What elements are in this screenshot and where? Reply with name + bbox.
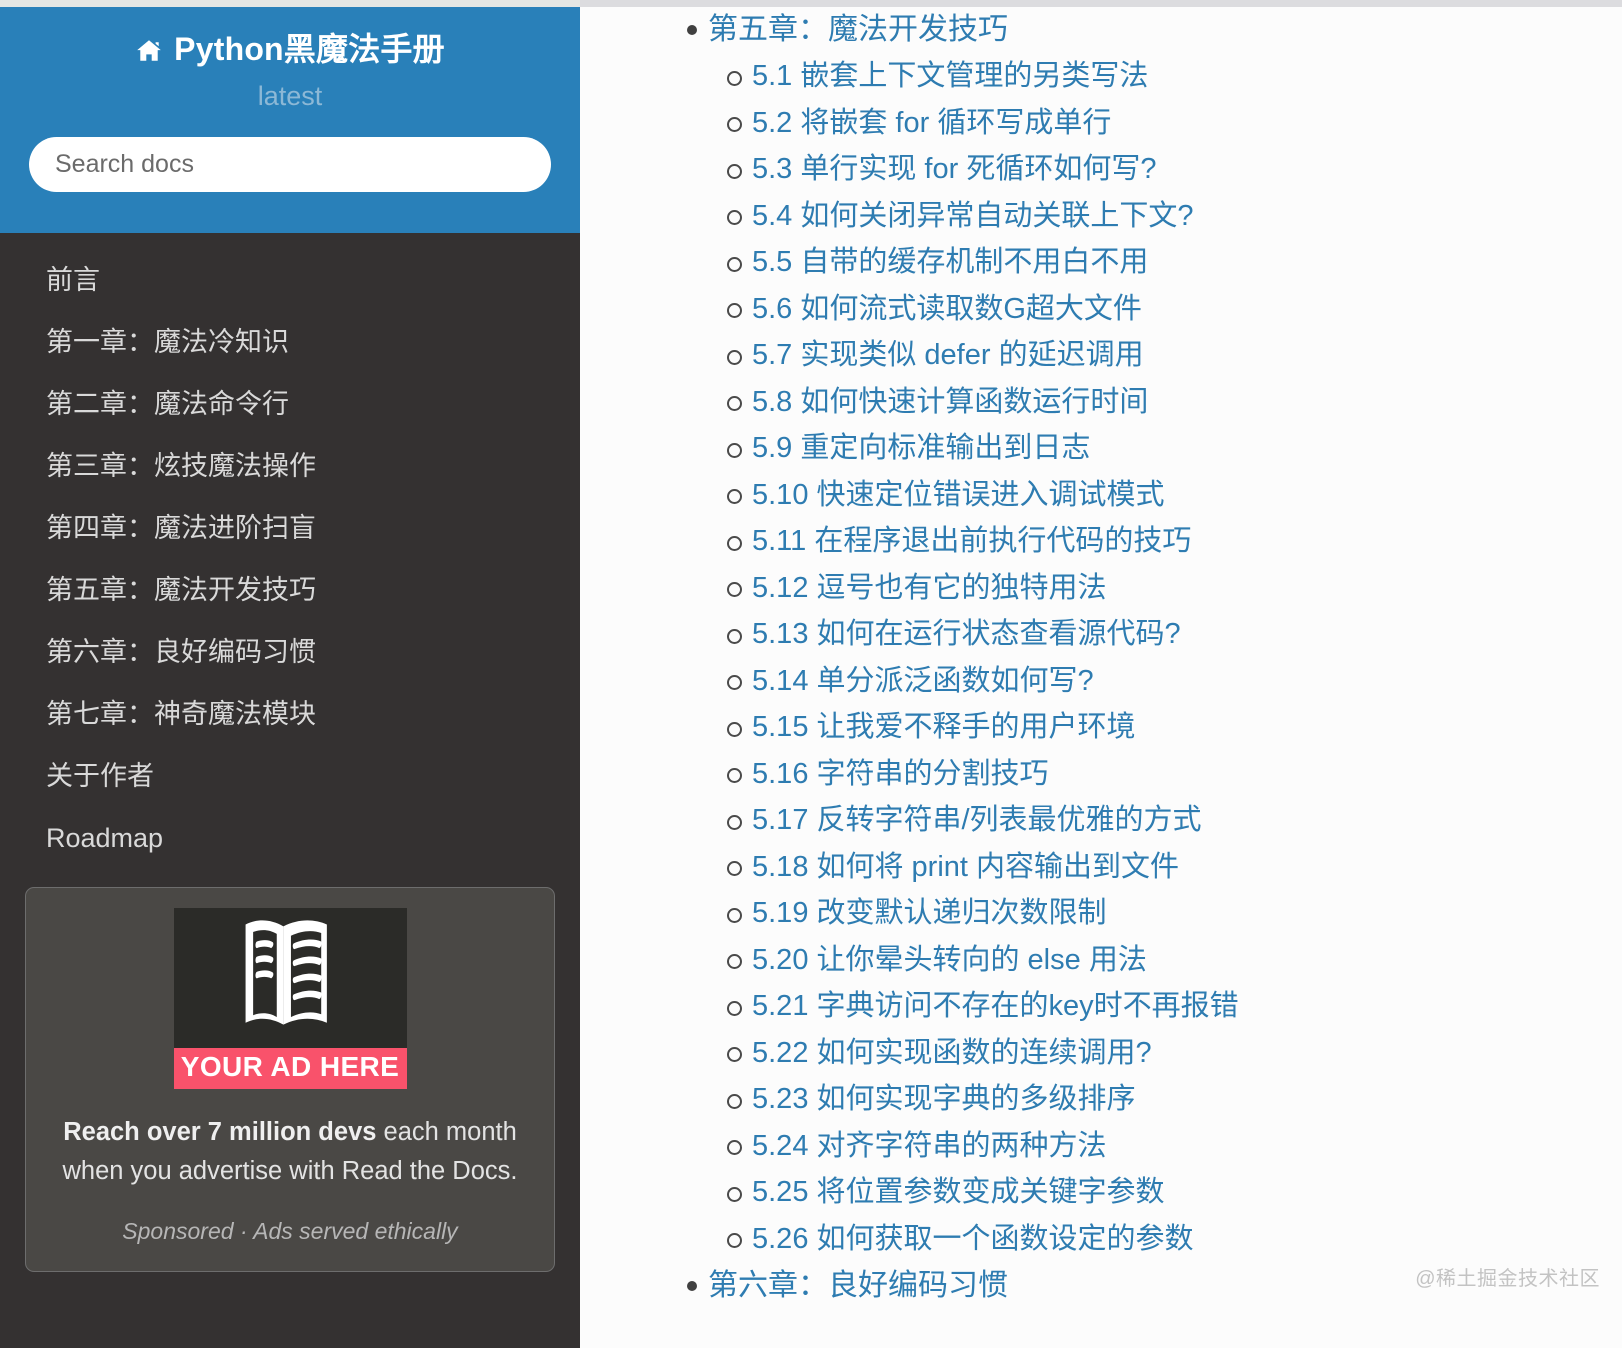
top-strip-left	[0, 0, 580, 7]
sidebar-item-roadmap[interactable]: Roadmap	[0, 825, 580, 852]
sidebar-item-chapter-1[interactable]: 第一章：魔法冷知识	[0, 329, 580, 356]
page-root: Python黑魔法手册 latest 前言 第一章：魔法冷知识 第二章：魔法命令…	[0, 0, 1622, 1348]
ad-footer: Sponsored · Ads served ethically	[122, 1217, 458, 1244]
list-item: 5.2 将嵌套 for 循环写成单行	[580, 100, 1622, 147]
list-item: 5.22 如何实现函数的连续调用?	[580, 1030, 1622, 1077]
list-item: 5.14 单分派泛函数如何写?	[580, 658, 1622, 705]
sidebar-item-preface[interactable]: 前言	[0, 267, 580, 294]
sidebar-title-text: Python黑魔法手册	[174, 31, 445, 67]
list-item: 5.12 逗号也有它的独特用法	[580, 565, 1622, 612]
sidebar-item-chapter-6[interactable]: 第六章：良好编码习惯	[0, 639, 580, 666]
toc-section-link[interactable]: 5.21 字典访问不存在的key时不再报错	[752, 992, 1239, 1021]
toc-section-link[interactable]: 5.13 如何在运行状态查看源代码?	[752, 620, 1181, 649]
toc-section-link[interactable]: 5.20 让你晕头转向的 else 用法	[752, 945, 1147, 975]
list-item: 5.3 单行实现 for 死循环如何写?	[580, 147, 1622, 194]
search-wrapper	[29, 137, 551, 193]
sidebar-item-chapter-3[interactable]: 第三章：炫技魔法操作	[0, 453, 580, 480]
toc-section-link[interactable]: 5.10 快速定位错误进入调试模式	[752, 480, 1165, 510]
home-icon	[135, 35, 163, 63]
ad-badge: YOUR AD HERE	[173, 1048, 407, 1089]
table-of-contents: 第五章：魔法开发技巧 5.1 嵌套上下文管理的另类写法 5.2 将嵌套 for …	[580, 7, 1622, 1309]
open-book-icon	[238, 915, 342, 1041]
sidebar-brand[interactable]: Python黑魔法手册	[0, 30, 580, 68]
list-item: 5.6 如何流式读取数G超大文件	[580, 286, 1622, 333]
ad-headline: Reach over 7 million devs each month whe…	[48, 1113, 532, 1191]
toc-section-link[interactable]: 5.9 重定向标准输出到日志	[752, 434, 1090, 463]
sidebar-item-chapter-4[interactable]: 第四章：魔法进阶扫盲	[0, 515, 580, 542]
toc-section-link[interactable]: 5.11 在程序退出前执行代码的技巧	[752, 527, 1191, 556]
list-item: 5.9 重定向标准输出到日志	[580, 426, 1622, 473]
list-item: 5.5 自带的缓存机制不用白不用	[580, 240, 1622, 287]
list-item: 5.20 让你晕头转向的 else 用法	[580, 937, 1622, 984]
list-item: 5.4 如何关闭异常自动关联上下文?	[580, 193, 1622, 240]
toc-section-link[interactable]: 5.23 如何实现字典的多级排序	[752, 1085, 1136, 1114]
toc-section-link[interactable]: 5.24 对齐字符串的两种方法	[752, 1131, 1107, 1161]
toc-section-link[interactable]: 5.12 逗号也有它的独特用法	[752, 573, 1107, 603]
toc-section-link[interactable]: 5.17 反转字符串/列表最优雅的方式	[752, 806, 1202, 835]
list-item: 5.16 字符串的分割技巧	[580, 751, 1622, 798]
sidebar-item-chapter-5[interactable]: 第五章：魔法开发技巧	[0, 577, 580, 604]
toc-section-link[interactable]: 5.22 如何实现函数的连续调用?	[752, 1038, 1152, 1068]
toc-section-link[interactable]: 5.8 如何快速计算函数运行时间	[752, 387, 1148, 417]
toc-section-link[interactable]: 5.6 如何流式读取数G超大文件	[752, 294, 1142, 324]
toc-section-link[interactable]: 5.16 字符串的分割技巧	[752, 759, 1049, 789]
list-item: 5.11 在程序退出前执行代码的技巧	[580, 519, 1622, 566]
list-item: 5.19 改变默认递归次数限制	[580, 891, 1622, 938]
toc-section-link[interactable]: 5.15 让我爱不释手的用户环境	[752, 713, 1136, 742]
toc-chapter-header: 第五章：魔法开发技巧	[580, 7, 1622, 54]
toc-section-link[interactable]: 5.5 自带的缓存机制不用白不用	[752, 248, 1148, 277]
list-item: 5.13 如何在运行状态查看源代码?	[580, 612, 1622, 659]
ad-creative: YOUR AD HERE	[173, 908, 407, 1089]
top-strip	[0, 0, 1622, 7]
toc-chapter-link[interactable]: 第六章：良好编码习惯	[708, 1270, 1008, 1301]
list-item: 5.26 如何获取一个函数设定的参数	[580, 1216, 1622, 1263]
toc-section-link[interactable]: 5.14 单分派泛函数如何写?	[752, 666, 1094, 696]
list-item: 5.25 将位置参数变成关键字参数	[580, 1170, 1622, 1217]
list-item: 5.7 实现类似 defer 的延迟调用	[580, 333, 1622, 380]
toc-chapter: 第五章：魔法开发技巧 5.1 嵌套上下文管理的另类写法 5.2 将嵌套 for …	[580, 7, 1622, 1263]
toc-section-link[interactable]: 5.19 改变默认递归次数限制	[752, 899, 1107, 928]
main-content: 第五章：魔法开发技巧 5.1 嵌套上下文管理的另类写法 5.2 将嵌套 for …	[580, 0, 1622, 1348]
toc-chapter-link[interactable]: 第五章：魔法开发技巧	[708, 15, 1008, 45]
list-item: 5.1 嵌套上下文管理的另类写法	[580, 54, 1622, 101]
search-input[interactable]	[29, 137, 551, 193]
watermark: @稀土掘金技术社区	[1415, 1268, 1600, 1290]
sidebar-version: latest	[257, 81, 323, 112]
sidebar-item-chapter-2[interactable]: 第二章：魔法命令行	[0, 391, 580, 418]
ad-image	[173, 908, 407, 1048]
toc-section-list: 5.1 嵌套上下文管理的另类写法 5.2 将嵌套 for 循环写成单行 5.3 …	[580, 54, 1622, 1263]
sponsor-ad[interactable]: YOUR AD HERE Reach over 7 million devs e…	[25, 887, 555, 1272]
list-item: 5.17 反转字符串/列表最优雅的方式	[580, 798, 1622, 845]
toc-section-link[interactable]: 5.18 如何将 print 内容输出到文件	[752, 852, 1179, 882]
sidebar-header: Python黑魔法手册 latest	[0, 0, 580, 233]
list-item: 5.23 如何实现字典的多级排序	[580, 1077, 1622, 1124]
list-item: 5.10 快速定位错误进入调试模式	[580, 472, 1622, 519]
list-item: 5.8 如何快速计算函数运行时间	[580, 379, 1622, 426]
toc-section-link[interactable]: 5.3 单行实现 for 死循环如何写?	[752, 155, 1156, 184]
toc-section-link[interactable]: 5.2 将嵌套 for 循环写成单行	[752, 108, 1111, 138]
list-item: 5.21 字典访问不存在的key时不再报错	[580, 984, 1622, 1031]
ad-headline-bold: Reach over 7 million devs	[63, 1118, 377, 1146]
sidebar: Python黑魔法手册 latest 前言 第一章：魔法冷知识 第二章：魔法命令…	[0, 0, 580, 1348]
sidebar-item-about-author[interactable]: 关于作者	[0, 763, 580, 790]
toc-section-link[interactable]: 5.26 如何获取一个函数设定的参数	[752, 1224, 1194, 1254]
toc-section-link[interactable]: 5.1 嵌套上下文管理的另类写法	[752, 62, 1148, 91]
sidebar-item-chapter-7[interactable]: 第七章：神奇魔法模块	[0, 701, 580, 728]
list-item: 5.18 如何将 print 内容输出到文件	[580, 844, 1622, 891]
list-item: 5.24 对齐字符串的两种方法	[580, 1123, 1622, 1170]
toc-section-link[interactable]: 5.7 实现类似 defer 的延迟调用	[752, 341, 1144, 370]
list-item: 5.15 让我爱不释手的用户环境	[580, 705, 1622, 752]
sidebar-nav: 前言 第一章：魔法冷知识 第二章：魔法命令行 第三章：炫技魔法操作 第四章：魔法…	[0, 233, 580, 852]
toc-section-link[interactable]: 5.25 将位置参数变成关键字参数	[752, 1178, 1165, 1207]
toc-section-link[interactable]: 5.4 如何关闭异常自动关联上下文?	[752, 201, 1194, 231]
